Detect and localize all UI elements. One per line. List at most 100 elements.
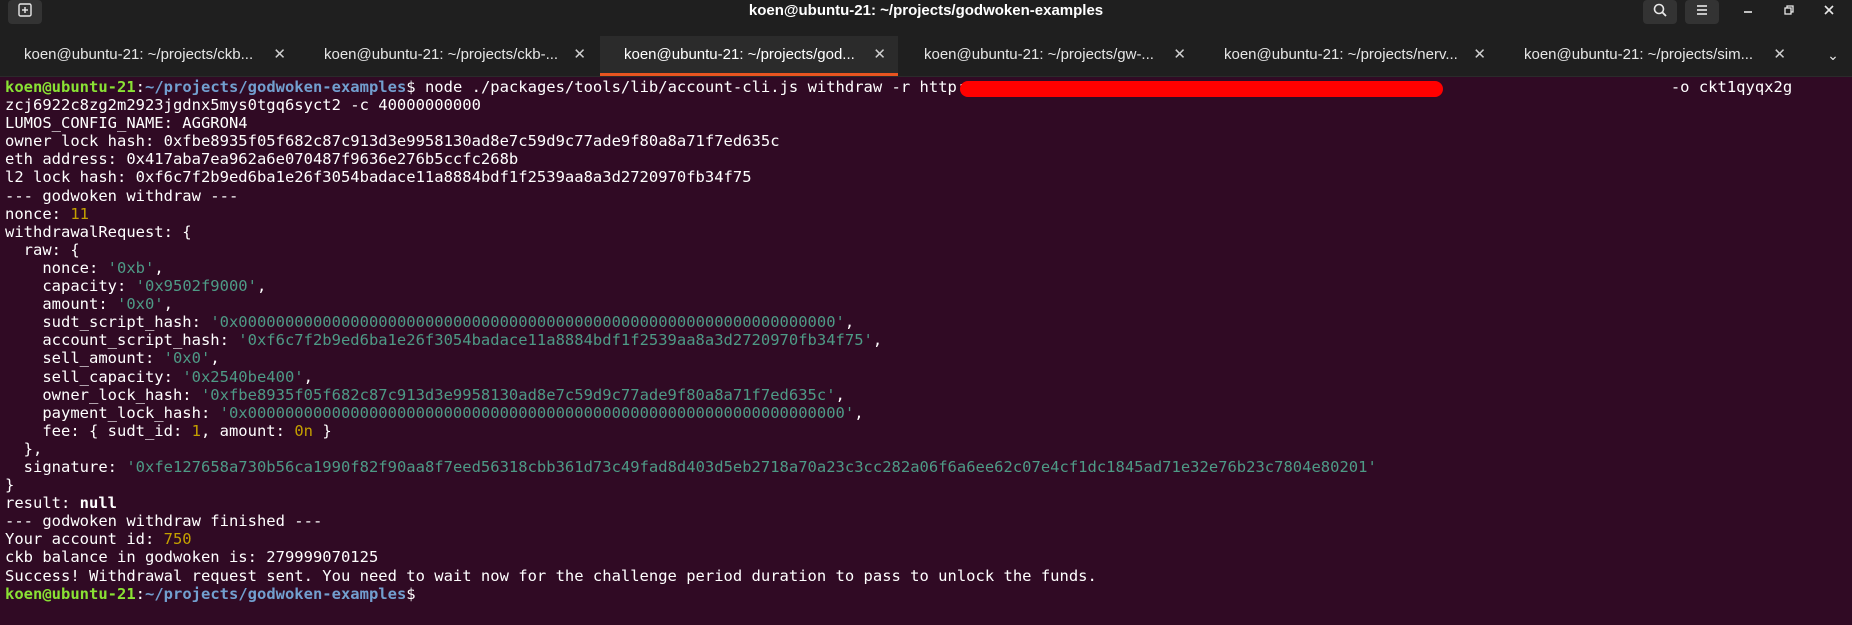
output-line: LUMOS_CONFIG_NAME: AGGRON4 bbox=[5, 114, 248, 133]
field-value: '0x2540be400' bbox=[182, 367, 304, 386]
tab-label: koen@ubuntu-21: ~/projects/ckb-... bbox=[324, 46, 559, 63]
field-key: owner_lock_hash: bbox=[5, 385, 201, 404]
search-button[interactable] bbox=[1643, 0, 1677, 24]
output-line: amount: '0x0', bbox=[5, 295, 173, 314]
output-line: eth address: 0x417aba7ea962a6e070487f963… bbox=[5, 150, 519, 169]
field-value: 1 bbox=[191, 421, 201, 440]
account-id-label: Your account id: bbox=[5, 530, 164, 549]
terminal-output[interactable]: koen@ubuntu-21:~/projects/godwoken-examp… bbox=[5, 78, 1850, 623]
window-title: koen@ubuntu-21: ~/projects/godwoken-exam… bbox=[748, 2, 1104, 19]
result-label: result: bbox=[5, 494, 80, 513]
field-key: capacity: bbox=[5, 277, 136, 296]
output-line: owner lock hash: 0xfbe8935f05f682c87c913… bbox=[5, 132, 780, 151]
account-id-value: 750 bbox=[163, 530, 192, 549]
tab-1[interactable]: koen@ubuntu-21: ~/projects/ckb... ✕ bbox=[0, 36, 298, 76]
prompt-user: koen@ubuntu-21 bbox=[5, 78, 136, 96]
output-line: } bbox=[5, 476, 15, 495]
prompt-symbol: $ bbox=[406, 584, 416, 603]
tab-label: koen@ubuntu-21: ~/projects/sim... bbox=[1524, 46, 1754, 63]
close-icon[interactable]: ✕ bbox=[273, 36, 286, 74]
nonce-value: 11 bbox=[70, 204, 89, 223]
chevron-down-icon: ⌄ bbox=[1827, 48, 1839, 64]
field-value: '0xfbe8935f05f682c87c913d3e9958130ad8e7c… bbox=[200, 385, 836, 404]
command-text-cont: -o ckt1qyqx2g bbox=[1670, 78, 1793, 96]
output-line: owner_lock_hash: '0xfbe8935f05f682c87c91… bbox=[5, 385, 845, 404]
tab-6[interactable]: koen@ubuntu-21: ~/projects/sim... ✕ bbox=[1500, 36, 1798, 76]
output-line: sell_amount: '0x0', bbox=[5, 349, 220, 368]
tab-overflow-button[interactable]: ⌄ bbox=[1822, 44, 1844, 68]
minimize-button[interactable] bbox=[1738, 2, 1758, 22]
tab-bar: koen@ubuntu-21: ~/projects/ckb... ✕ koen… bbox=[0, 36, 1852, 77]
prompt-path: ~/projects/godwoken-examples bbox=[145, 584, 407, 603]
field-value: '0x0' bbox=[116, 295, 164, 314]
tab-5[interactable]: koen@ubuntu-21: ~/projects/nerv... ✕ bbox=[1200, 36, 1498, 76]
redaction-mark bbox=[960, 81, 1443, 97]
field-key: payment_lock_hash: bbox=[5, 403, 220, 422]
field-key: sudt_script_hash: bbox=[5, 313, 211, 332]
close-icon bbox=[1823, 4, 1835, 20]
tab-4[interactable]: koen@ubuntu-21: ~/projects/gw-... ✕ bbox=[900, 36, 1198, 76]
search-icon bbox=[1652, 2, 1668, 22]
output-line: account_script_hash: '0xf6c7f2b9ed6ba1e2… bbox=[5, 331, 883, 350]
hamburger-menu-icon bbox=[1694, 2, 1710, 22]
field-key: sell_capacity: bbox=[5, 367, 183, 386]
output-line: Success! Withdrawal request sent. You ne… bbox=[5, 566, 1097, 585]
field-key: nonce: bbox=[5, 258, 108, 277]
field-key: signature: bbox=[5, 457, 127, 476]
tab-2[interactable]: koen@ubuntu-21: ~/projects/ckb-... ✕ bbox=[300, 36, 598, 76]
tab-label: koen@ubuntu-21: ~/projects/nerv... bbox=[1224, 46, 1458, 63]
close-icon[interactable]: ✕ bbox=[573, 36, 586, 74]
prompt-path: ~/projects/godwoken-examples bbox=[145, 78, 407, 96]
field-value: '0x0000000000000000000000000000000000000… bbox=[210, 313, 845, 332]
tab-label: koen@ubuntu-21: ~/projects/ckb... bbox=[24, 46, 254, 63]
output-line: raw: { bbox=[5, 240, 80, 259]
command-line-wrap: zcj6922c8zg2m2923jgdnx5mys0tgq6syct2 -c … bbox=[5, 96, 481, 115]
output-line: sell_capacity: '0x2540be400', bbox=[5, 367, 313, 386]
field-value: '0xfe127658a730b56ca1990f82f90aa8f7eed56… bbox=[126, 457, 1377, 476]
output-line: fee: { sudt_id: 1, amount: 0n } bbox=[5, 422, 1850, 440]
output-line: l2 lock hash: 0xf6c7f2b9ed6ba1e26f3054ba… bbox=[5, 168, 752, 187]
prompt-line: koen@ubuntu-21:~/projects/godwoken-examp… bbox=[5, 584, 416, 603]
output-line: sudt_script_hash: '0x0000000000000000000… bbox=[5, 313, 855, 332]
close-icon[interactable]: ✕ bbox=[1473, 36, 1486, 74]
field-value: 0n bbox=[294, 421, 313, 440]
menu-button[interactable] bbox=[1685, 0, 1719, 24]
tab-3[interactable]: koen@ubuntu-21: ~/projects/god... ✕ bbox=[600, 36, 898, 76]
prompt-user: koen@ubuntu-21 bbox=[5, 584, 136, 603]
close-button[interactable] bbox=[1819, 2, 1839, 22]
output-line: nonce: 11 bbox=[5, 205, 1850, 223]
result-value: null bbox=[79, 494, 117, 513]
field-key: } bbox=[312, 421, 332, 440]
output-line: Your account id: 750 bbox=[5, 530, 1850, 548]
output-line: capacity: '0x9502f9000', bbox=[5, 277, 267, 296]
output-line: ckb balance in godwoken is: 279999070125 bbox=[5, 548, 379, 567]
tab-label: koen@ubuntu-21: ~/projects/gw-... bbox=[924, 46, 1154, 63]
output-line: result: null bbox=[5, 494, 1850, 512]
output-line: signature: '0xfe127658a730b56ca1990f82f9… bbox=[5, 458, 1850, 476]
field-value: '0xf6c7f2b9ed6ba1e26f3054badace11a8884bd… bbox=[238, 331, 873, 350]
output-line: withdrawalRequest: { bbox=[5, 222, 192, 241]
maximize-button[interactable] bbox=[1779, 2, 1799, 22]
output-line: --- godwoken withdraw --- bbox=[5, 186, 239, 205]
title-bar: koen@ubuntu-21: ~/projects/godwoken-exam… bbox=[0, 0, 1852, 36]
output-line: payment_lock_hash: '0x000000000000000000… bbox=[5, 403, 864, 422]
field-key: amount: bbox=[5, 295, 117, 314]
field-key: account_script_hash: bbox=[5, 331, 239, 350]
close-icon[interactable]: ✕ bbox=[873, 36, 886, 74]
field-key: fee: { sudt_id: bbox=[5, 421, 192, 440]
minimize-icon bbox=[1742, 4, 1754, 20]
output-line: --- godwoken withdraw finished --- bbox=[5, 512, 323, 531]
tab-label: koen@ubuntu-21: ~/projects/god... bbox=[624, 46, 855, 63]
field-value: '0x0000000000000000000000000000000000000… bbox=[219, 403, 855, 422]
restore-icon bbox=[1783, 4, 1795, 20]
field-value: '0x0' bbox=[163, 349, 211, 368]
command-line: koen@ubuntu-21:~/projects/godwoken-examp… bbox=[5, 78, 1793, 96]
field-value: '0x9502f9000' bbox=[135, 277, 257, 296]
nonce-label: nonce: bbox=[5, 204, 71, 223]
field-key: sell_amount: bbox=[5, 349, 164, 368]
output-line: }, bbox=[5, 439, 43, 458]
close-icon[interactable]: ✕ bbox=[1773, 36, 1786, 74]
field-key: , amount: bbox=[200, 421, 295, 440]
output-line: nonce: '0xb', bbox=[5, 258, 164, 277]
close-icon[interactable]: ✕ bbox=[1173, 36, 1186, 74]
